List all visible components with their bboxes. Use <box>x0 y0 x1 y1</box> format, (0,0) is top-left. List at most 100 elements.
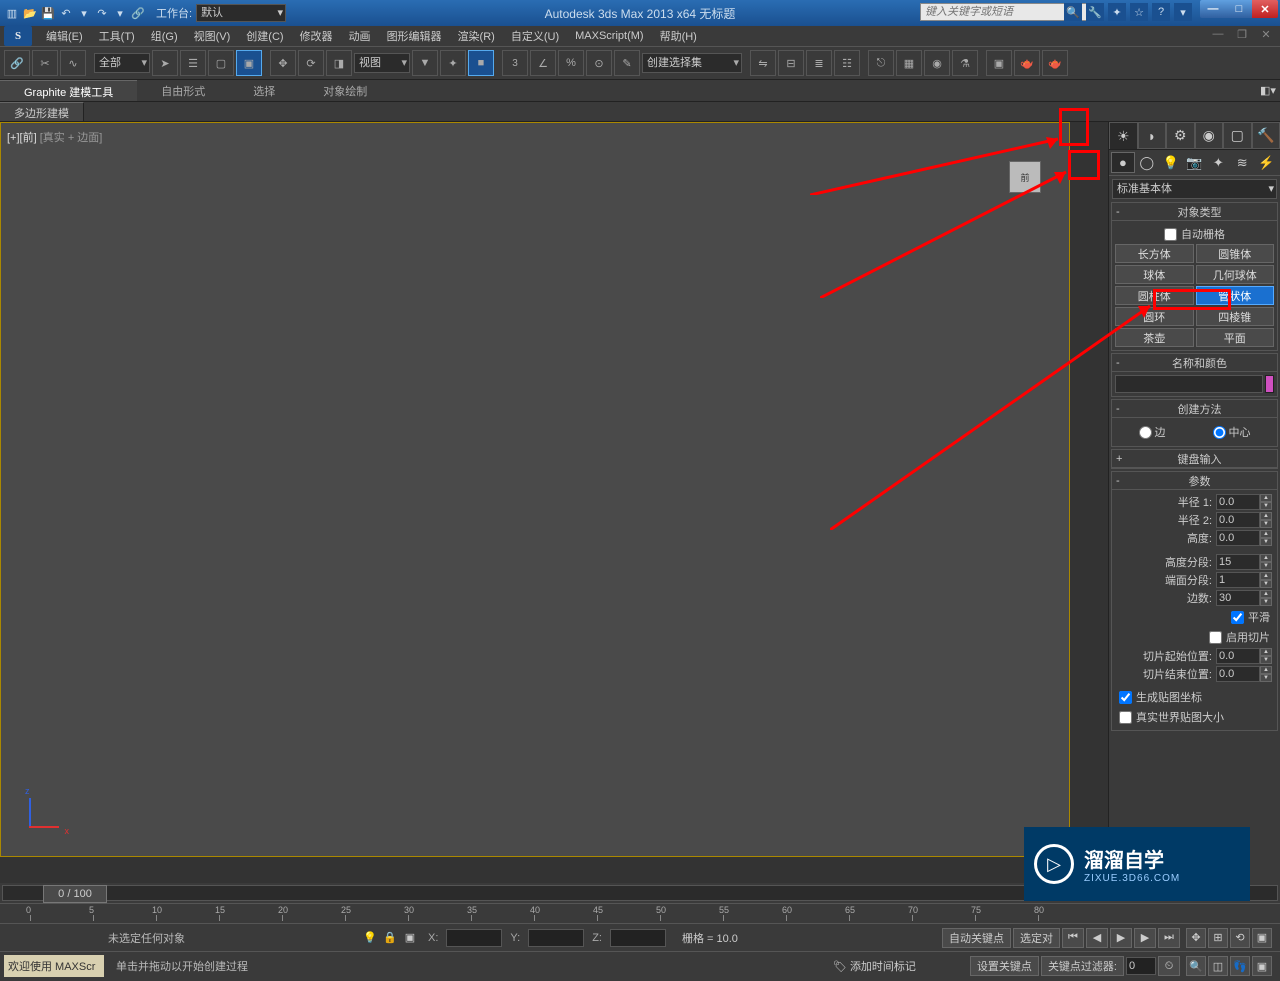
doc-restore-button[interactable]: ❐ <box>1230 26 1254 42</box>
time-ruler[interactable]: 05101520253035404550556065707580 <box>0 903 1280 921</box>
angle-snap-icon[interactable]: ∠ <box>530 50 556 76</box>
orbit-icon[interactable]: ⟲ <box>1230 928 1250 948</box>
subtab-systems[interactable]: ⚡ <box>1254 152 1278 173</box>
minimize-button[interactable]: — <box>1200 0 1226 18</box>
subtab-spacewarps[interactable]: ≋ <box>1230 152 1254 173</box>
spinner-up[interactable]: ▲ <box>1260 666 1272 674</box>
select-icon[interactable]: ➤ <box>152 50 178 76</box>
tab-create[interactable]: ☀ <box>1109 122 1138 149</box>
window-crossing-icon[interactable]: ▣ <box>236 50 262 76</box>
tag-icon[interactable]: 🏷 <box>830 960 850 973</box>
color-swatch[interactable] <box>1265 375 1274 393</box>
close-button[interactable]: ✕ <box>1252 0 1278 18</box>
new-icon[interactable]: ▥ <box>4 5 20 21</box>
menu-render[interactable]: 渲染(R) <box>450 26 503 46</box>
lock-icon[interactable]: 🔒 <box>380 931 400 944</box>
down-icon[interactable]: ▾ <box>112 5 128 21</box>
realworld-checkbox[interactable] <box>1119 711 1132 724</box>
snap-icon[interactable]: 3 <box>502 50 528 76</box>
lock-icon[interactable]: ▣ <box>400 931 420 944</box>
radius1-input[interactable] <box>1216 494 1260 510</box>
btn-cone[interactable]: 圆锥体 <box>1196 244 1275 263</box>
tab-utilities[interactable]: 🔨 <box>1252 122 1280 149</box>
named-selset-dropdown[interactable]: 创建选择集 <box>642 53 742 73</box>
rotate-icon[interactable]: ⟳ <box>298 50 324 76</box>
spinner-up[interactable]: ▲ <box>1260 572 1272 580</box>
max-icon[interactable]: ▣ <box>1252 928 1272 948</box>
doc-close-button[interactable]: ✕ <box>1254 26 1278 42</box>
y-input[interactable] <box>528 929 584 947</box>
layers-icon[interactable]: ≣ <box>806 50 832 76</box>
spinner-up[interactable]: ▲ <box>1260 494 1272 502</box>
lock-icon[interactable]: 💡 <box>360 931 380 944</box>
down-icon[interactable]: ▾ <box>76 5 92 21</box>
subtab-cameras[interactable]: 📷 <box>1183 152 1207 173</box>
refcoord-dropdown[interactable]: 视图 <box>354 53 410 73</box>
menu-maxscript[interactable]: MAXScript(M) <box>567 28 651 44</box>
schematic-icon[interactable]: ▦ <box>896 50 922 76</box>
edit-named-icon[interactable]: ✎ <box>614 50 640 76</box>
menu-animation[interactable]: 动画 <box>341 26 379 46</box>
time-slider-handle[interactable]: 0 / 100 <box>43 885 107 903</box>
render-iter-icon[interactable]: 🫖 <box>1042 50 1068 76</box>
ribbon-tab-freeform[interactable]: 自由形式 <box>137 80 229 101</box>
exchange-icon[interactable]: ✦ <box>1108 3 1126 21</box>
wrench-icon[interactable]: 🔧 <box>1086 3 1104 21</box>
polymod-tab[interactable]: 多边形建模 <box>0 102 84 121</box>
down-icon[interactable]: ▾ <box>1174 3 1192 21</box>
spinner-up[interactable]: ▲ <box>1260 554 1272 562</box>
redo-icon[interactable]: ↷ <box>94 5 110 21</box>
btn-geosphere[interactable]: 几何球体 <box>1196 265 1275 284</box>
spinner-up[interactable]: ▲ <box>1260 648 1272 656</box>
ribbon-toggle-icon[interactable]: ◧▾ <box>1256 80 1280 101</box>
goto-start-icon[interactable]: ⏮ <box>1062 928 1084 948</box>
viewcube[interactable]: 前 <box>1001 153 1051 199</box>
spinner-snap-icon[interactable]: ⊙ <box>586 50 612 76</box>
btn-box[interactable]: 长方体 <box>1115 244 1194 263</box>
maxscript-listener[interactable]: 欢迎使用 MAXScr <box>4 955 104 977</box>
walk-icon[interactable]: 👣 <box>1230 956 1250 976</box>
height-input[interactable] <box>1216 530 1260 546</box>
manip-icon[interactable]: ✦ <box>440 50 466 76</box>
selset-dropdown[interactable]: 选定对 <box>1013 928 1060 948</box>
select-name-icon[interactable]: ☰ <box>180 50 206 76</box>
menu-customize[interactable]: 自定义(U) <box>503 26 567 46</box>
slice-checkbox[interactable] <box>1209 631 1222 644</box>
goto-end-icon[interactable]: ⏭ <box>1158 928 1180 948</box>
capsegs-input[interactable] <box>1216 572 1260 588</box>
zoom-icon[interactable]: ⊞ <box>1208 928 1228 948</box>
menu-help[interactable]: 帮助(H) <box>652 26 705 46</box>
rollout-header[interactable]: -名称和颜色 <box>1112 354 1277 372</box>
rollout-header[interactable]: +键盘输入 <box>1112 450 1277 468</box>
max-icon[interactable]: ▣ <box>1252 956 1272 976</box>
object-name-input[interactable] <box>1115 375 1263 393</box>
menu-view[interactable]: 视图(V) <box>186 26 239 46</box>
render-frame-icon[interactable]: ▣ <box>986 50 1012 76</box>
tab-motion[interactable]: ◉ <box>1195 122 1224 149</box>
undo-icon[interactable]: ↶ <box>58 5 74 21</box>
keyfilter-button[interactable]: 关键点过滤器: <box>1041 956 1124 976</box>
sides-input[interactable] <box>1216 590 1260 606</box>
btn-torus[interactable]: 圆环 <box>1115 307 1194 326</box>
prev-icon[interactable]: ◀ <box>1086 928 1108 948</box>
z-input[interactable] <box>610 929 666 947</box>
star-icon[interactable]: ☆ <box>1130 3 1148 21</box>
unlink-icon[interactable]: ✂ <box>32 50 58 76</box>
btn-pyramid[interactable]: 四棱锥 <box>1196 307 1275 326</box>
timeconfig-icon[interactable]: ⏲ <box>1158 956 1180 976</box>
menu-tools[interactable]: 工具(T) <box>91 26 143 46</box>
maximize-button[interactable]: □ <box>1226 0 1252 18</box>
curve-editor-icon[interactable]: ⎋ <box>868 50 894 76</box>
mirror-icon[interactable]: ⇋ <box>750 50 776 76</box>
save-icon[interactable]: 💾 <box>40 5 56 21</box>
subtab-shapes[interactable]: ◯ <box>1135 152 1159 173</box>
select-region-icon[interactable]: ▢ <box>208 50 234 76</box>
play-icon[interactable]: ▶ <box>1110 928 1132 948</box>
open-icon[interactable]: 📂 <box>22 5 38 21</box>
bind-icon[interactable]: ∿ <box>60 50 86 76</box>
zoom-ext-icon[interactable]: 🔍 <box>1186 956 1206 976</box>
selection-filter-dropdown[interactable]: 全部 <box>94 53 150 73</box>
move-icon[interactable]: ✥ <box>270 50 296 76</box>
subtab-geometry[interactable]: ● <box>1111 152 1135 173</box>
link-icon[interactable]: 🔗 <box>4 50 30 76</box>
